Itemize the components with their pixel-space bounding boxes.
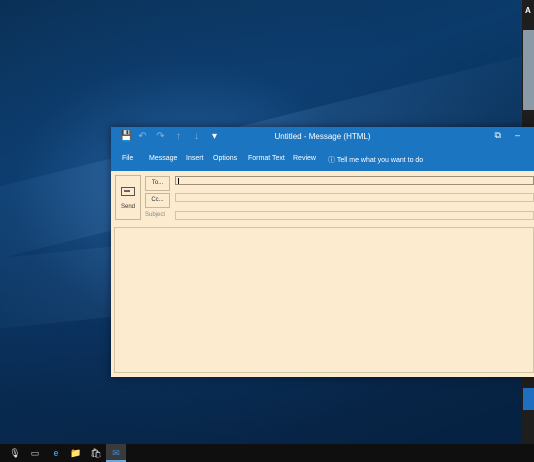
tab-message[interactable]: Message [149,155,177,162]
send-button[interactable]: Send [115,175,141,220]
outlook-icon: ✉ [112,448,120,458]
cc-field[interactable] [175,193,534,202]
side-window-title: A [525,6,531,15]
compose-header: Send To... Cc... Subject [111,171,534,225]
side-window-thumbnail [523,30,534,110]
side-window-highlight [523,388,534,410]
taskbar-outlook-button[interactable]: ✉ [106,444,126,462]
taskbar: 🎙 ▭ e 📁 🛍 ✉ [0,444,534,462]
outlook-message-window: 💾 ↶ ↷ ↑ ↓ ▾ Untitled - Message (HTML) ⧉ … [111,127,534,377]
tab-review[interactable]: Review [293,155,316,162]
window-controls: ⧉ – [495,130,520,141]
send-icon [121,187,135,196]
ribbon-tabs: File Message Insert Options Format Text … [111,148,534,171]
to-field[interactable] [175,176,534,185]
edge-icon[interactable]: e [50,447,62,459]
minimize-icon[interactable]: – [515,130,520,141]
file-explorer-icon[interactable]: 📁 [70,447,82,459]
text-cursor [178,178,179,184]
tab-options[interactable]: Options [213,155,237,162]
tell-me-search[interactable]: ⓘ Tell me what you want to do [328,155,423,165]
tab-file[interactable]: File [122,155,133,162]
window-title: Untitled - Message (HTML) [274,132,371,141]
message-body[interactable] [114,227,534,373]
send-label: Send [120,204,135,210]
tab-insert[interactable]: Insert [186,155,204,162]
ribbon-display-options-icon[interactable]: ⧉ [495,130,501,141]
store-icon[interactable]: 🛍 [90,447,102,459]
tab-format-text[interactable]: Format Text [248,155,285,162]
subject-label: Subject [145,212,166,218]
microphone-icon[interactable]: 🎙 [9,447,21,459]
subject-field[interactable] [175,211,534,220]
title-bar: 💾 ↶ ↷ ↑ ↓ ▾ Untitled - Message (HTML) ⧉ … [111,127,534,148]
task-view-icon[interactable]: ▭ [29,447,41,459]
to-button[interactable]: To... [145,176,170,191]
cc-button[interactable]: Cc... [145,193,170,208]
